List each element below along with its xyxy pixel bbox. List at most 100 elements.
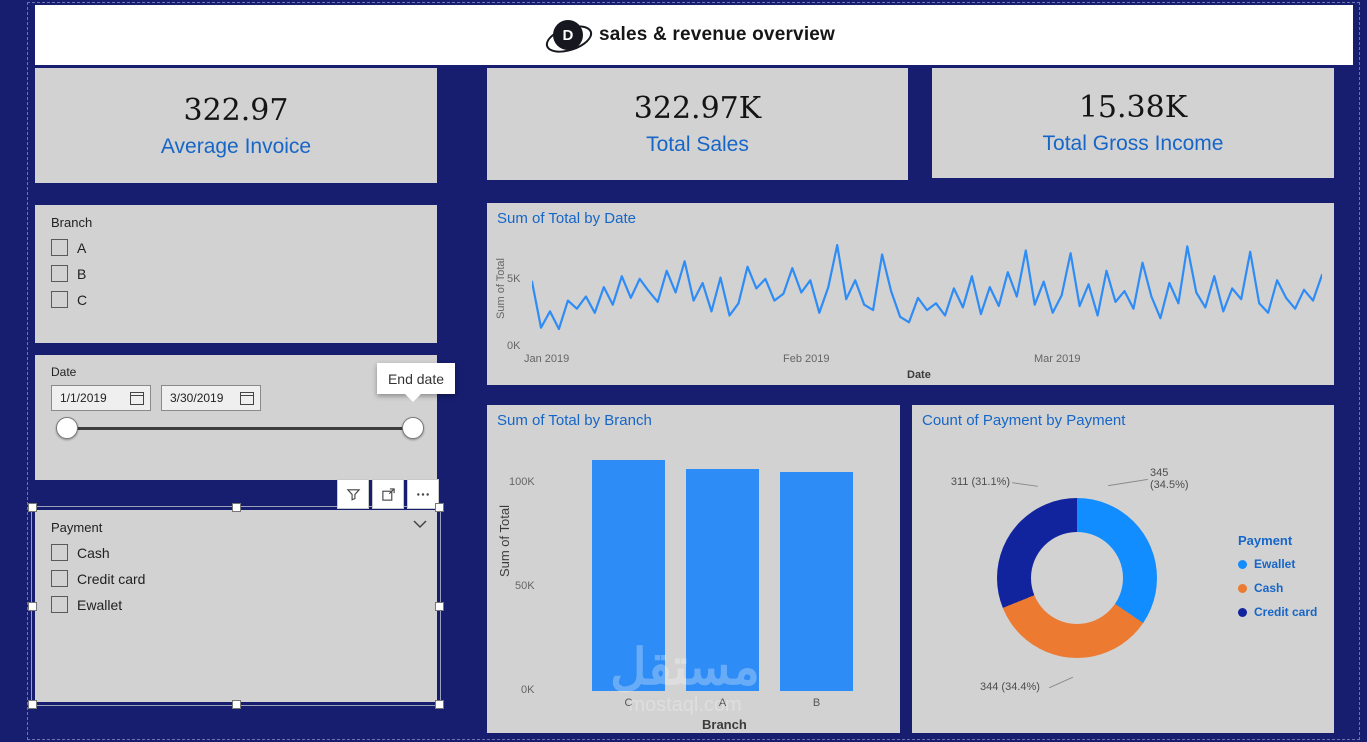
checkbox-icon[interactable]	[51, 291, 68, 308]
resize-handle[interactable]	[232, 700, 241, 709]
bar-chart[interactable]: Sum of Total by Branch Sum of Total 100K…	[487, 405, 900, 733]
kpi-label: Total Gross Income	[1042, 132, 1224, 155]
checkbox-icon[interactable]	[51, 239, 68, 256]
kpi-label: Average Invoice	[160, 134, 312, 158]
legend-dot	[1238, 559, 1247, 569]
more-options-icon	[417, 492, 429, 496]
branch-option-b[interactable]: B	[51, 265, 437, 282]
callout-line	[1048, 676, 1074, 689]
kpi-value: 15.38K	[1078, 90, 1188, 125]
x-axis-title: Date	[907, 369, 931, 381]
resize-handle[interactable]	[435, 503, 444, 512]
legend-dot	[1238, 583, 1247, 593]
callout-count: 345	[1150, 467, 1169, 479]
checkbox-label: Ewallet	[77, 596, 123, 613]
callout-line	[1012, 482, 1038, 487]
chart-title: Sum of Total by Branch	[497, 412, 652, 429]
kpi-card-total-sales[interactable]: 322.97K Total Sales	[487, 68, 908, 180]
slicer-title: Payment	[51, 520, 103, 535]
end-date-box[interactable]	[161, 385, 261, 411]
callout-credit-card: 311 (31.1%)	[950, 476, 1010, 488]
checkbox-icon[interactable]	[51, 544, 68, 561]
legend-item-ewallet[interactable]: Ewallet	[1238, 557, 1317, 571]
checkbox-icon[interactable]	[51, 570, 68, 587]
filter-icon	[346, 488, 360, 501]
filter-button[interactable]	[337, 479, 369, 509]
checkbox-icon[interactable]	[51, 596, 68, 613]
x-axis-title: Branch	[702, 717, 747, 732]
kpi-value: 322.97K	[633, 91, 762, 126]
focus-mode-button[interactable]	[372, 479, 404, 509]
checkbox-icon[interactable]	[51, 265, 68, 282]
x-tick: Jan 2019	[524, 353, 570, 365]
payment-slicer: Payment Cash Credit card Ewallet	[28, 503, 444, 709]
calendar-icon[interactable]	[240, 391, 254, 405]
callout-pct: (34.5%)	[1150, 479, 1189, 491]
line-series[interactable]	[532, 243, 1322, 331]
resize-handle[interactable]	[232, 503, 241, 512]
end-date-tooltip: End date	[377, 363, 455, 402]
line-chart[interactable]: Sum of Total by Date Sum of Total 5K 0K …	[487, 203, 1334, 385]
resize-handle[interactable]	[28, 700, 37, 709]
start-date-input[interactable]	[58, 390, 124, 406]
start-date-handle[interactable]	[56, 417, 78, 439]
end-date-input[interactable]	[168, 390, 234, 406]
legend-dot	[1238, 607, 1247, 617]
y-tick: 100K	[509, 476, 535, 488]
calendar-icon[interactable]	[130, 391, 144, 405]
bar-branch-c[interactable]	[592, 460, 665, 691]
branch-option-a[interactable]: A	[51, 239, 437, 256]
payment-option-cash[interactable]: Cash	[51, 544, 437, 561]
bar-branch-a[interactable]	[686, 469, 759, 691]
payment-option-credit-card[interactable]: Credit card	[51, 570, 437, 587]
y-tick: 0K	[521, 684, 535, 696]
date-range-track	[56, 417, 424, 439]
kpi-card-total-gross-income[interactable]: 15.38K Total Gross Income	[932, 68, 1334, 178]
tooltip-text: End date	[387, 370, 445, 387]
legend-label: Cash	[1254, 581, 1284, 595]
legend-item-credit-card[interactable]: Credit card	[1238, 605, 1317, 619]
resize-handle[interactable]	[435, 602, 444, 611]
chart-title: Count of Payment by Payment	[922, 412, 1126, 429]
chart-title: Sum of Total by Date	[497, 210, 636, 227]
x-tick: Mar 2019	[1034, 353, 1081, 365]
slicer-title: Branch	[51, 215, 93, 230]
x-tick: C	[624, 697, 633, 709]
chevron-down-icon[interactable]	[413, 516, 427, 534]
end-date-handle[interactable]	[402, 417, 424, 439]
payment-option-ewallet[interactable]: Ewallet	[51, 596, 437, 613]
callout-cash: 344 (34.4%)	[980, 681, 1040, 693]
bars-group	[592, 460, 853, 691]
kpi-label: Total Sales	[646, 133, 749, 156]
callout-ewallet: 345 (34.5%)	[1150, 467, 1189, 491]
kpi-value: 322.97	[183, 92, 289, 128]
y-tick: 5K	[507, 273, 521, 285]
legend-item-cash[interactable]: Cash	[1238, 581, 1317, 595]
legend: Payment Ewallet Cash Credit card	[1238, 533, 1317, 629]
bar-branch-b[interactable]	[780, 471, 853, 691]
visual-header-toolbar	[337, 479, 439, 509]
focus-mode-icon	[381, 487, 395, 501]
donut-hole	[1031, 532, 1123, 624]
resize-handle[interactable]	[28, 503, 37, 512]
kpi-card-average-invoice[interactable]: 322.97 Average Invoice	[35, 68, 437, 183]
x-tick: A	[718, 697, 727, 709]
legend-title: Payment	[1238, 533, 1293, 548]
donut-chart[interactable]: Count of Payment by Payment 311 (31.1%) …	[912, 405, 1334, 733]
resize-handle[interactable]	[435, 700, 444, 709]
branch-slicer: Branch A B C	[35, 205, 437, 343]
legend-label: Ewallet	[1254, 557, 1296, 571]
checkbox-label: A	[77, 239, 87, 256]
checkbox-label: C	[77, 291, 88, 308]
logo-letter: D	[562, 26, 574, 44]
x-tick: Feb 2019	[783, 353, 830, 365]
branch-option-c[interactable]: C	[51, 291, 437, 308]
checkbox-label: Credit card	[77, 570, 146, 587]
start-date-box[interactable]	[51, 385, 151, 411]
y-tick: 50K	[515, 580, 535, 592]
line-chart-svg	[532, 243, 1322, 331]
checkbox-label: Cash	[77, 544, 110, 561]
resize-handle[interactable]	[28, 602, 37, 611]
header: D sales & revenue overview	[35, 5, 1353, 65]
line-plot-area	[532, 241, 1322, 348]
